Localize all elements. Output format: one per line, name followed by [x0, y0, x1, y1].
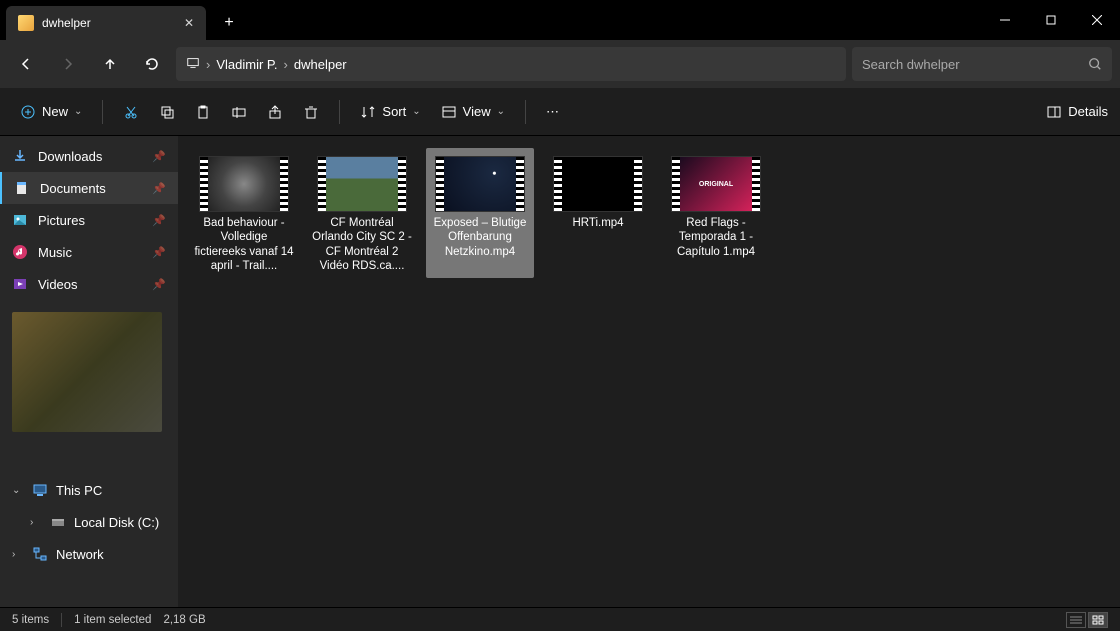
search-icon	[1088, 57, 1102, 71]
sidebar-item-label: Downloads	[38, 149, 102, 164]
tree-item-network[interactable]: › Network	[0, 538, 178, 570]
view-thumbnails-icon[interactable]	[1088, 612, 1108, 628]
close-tab-icon[interactable]: ✕	[184, 16, 194, 30]
toolbar: New⌄ Sort⌄ View⌄ ⋯ Details	[0, 88, 1120, 136]
video-thumbnail	[317, 156, 407, 212]
pin-icon: 📌	[152, 150, 166, 163]
share-button[interactable]	[259, 96, 291, 128]
music-icon	[12, 244, 28, 260]
pictures-icon	[12, 212, 28, 228]
tree-item-label: Local Disk (C:)	[74, 515, 159, 530]
chevron-down-icon: ⌄	[497, 106, 505, 117]
titlebar: dwhelper ✕ +	[0, 0, 1120, 40]
copy-button[interactable]	[151, 96, 183, 128]
file-item[interactable]: HRTi.mp4	[544, 148, 652, 278]
video-thumbnail	[553, 156, 643, 212]
close-button[interactable]	[1074, 0, 1120, 40]
paste-button[interactable]	[187, 96, 219, 128]
maximize-button[interactable]	[1028, 0, 1074, 40]
sidebar-item-label: Pictures	[38, 213, 85, 228]
file-item[interactable]: CF Montréal Orlando City SC 2 - CF Montr…	[308, 148, 416, 278]
item-count: 5 items	[12, 614, 49, 626]
tab-title: dwhelper	[42, 16, 91, 30]
breadcrumb-item[interactable]: dwhelper	[294, 57, 347, 72]
disk-icon	[50, 514, 66, 530]
chevron-right-icon: ›	[284, 57, 288, 72]
sidebar-item-label: Documents	[40, 181, 106, 196]
chevron-icon[interactable]: ›	[30, 517, 42, 528]
sidebar-item-label: Videos	[38, 277, 78, 292]
file-name: Exposed – Blutige Offenbarung Netzkino.m…	[430, 216, 530, 259]
tree-item-local-disk-c-[interactable]: › Local Disk (C:)	[0, 506, 178, 538]
sidebar-item-downloads[interactable]: Downloads 📌	[0, 140, 178, 172]
new-button[interactable]: New⌄	[12, 96, 90, 128]
folder-icon	[18, 15, 34, 31]
video-thumbnail: ORIGINAL	[671, 156, 761, 212]
refresh-button[interactable]	[134, 46, 170, 82]
pin-icon: 📌	[152, 182, 166, 195]
pin-icon: 📌	[152, 214, 166, 227]
pc-icon	[32, 482, 48, 498]
breadcrumb[interactable]: › Vladimir P. › dwhelper	[176, 47, 846, 81]
back-button[interactable]	[8, 46, 44, 82]
new-tab-button[interactable]: +	[212, 6, 246, 40]
breadcrumb-item[interactable]: Vladimir P.	[216, 57, 277, 72]
file-name: CF Montréal Orlando City SC 2 - CF Montr…	[312, 216, 412, 274]
sidebar-item-label: Music	[38, 245, 72, 260]
view-button[interactable]: View⌄	[433, 96, 513, 128]
file-name: Red Flags - Temporada 1 - Capítulo 1.mp4	[666, 216, 766, 259]
status-bar: 5 items 1 item selected 2,18 GB	[0, 607, 1120, 631]
chevron-down-icon: ⌄	[74, 106, 82, 117]
forward-button[interactable]	[50, 46, 86, 82]
delete-button[interactable]	[295, 96, 327, 128]
monitor-icon	[186, 56, 200, 73]
file-item[interactable]: ORIGINALRed Flags - Temporada 1 - Capítu…	[662, 148, 770, 278]
sidebar-item-videos[interactable]: Videos 📌	[0, 268, 178, 300]
videos-icon	[12, 276, 28, 292]
download-icon	[12, 148, 28, 164]
sidebar-item-music[interactable]: Music 📌	[0, 236, 178, 268]
sidebar: Downloads📌Documents📌Pictures📌Music📌Video…	[0, 136, 178, 607]
tab[interactable]: dwhelper ✕	[6, 6, 206, 40]
main: Downloads📌Documents📌Pictures📌Music📌Video…	[0, 136, 1120, 607]
chevron-icon[interactable]: ⌄	[12, 485, 24, 496]
video-thumbnail	[435, 156, 525, 212]
tree-item-label: This PC	[56, 483, 102, 498]
pin-icon: 📌	[152, 278, 166, 291]
search-placeholder: Search dwhelper	[862, 57, 1088, 72]
navbar: › Vladimir P. › dwhelper Search dwhelper	[0, 40, 1120, 88]
rename-button[interactable]	[223, 96, 255, 128]
pin-icon: 📌	[152, 246, 166, 259]
document-icon	[14, 180, 30, 196]
tree-item-label: Network	[56, 547, 104, 562]
more-button[interactable]: ⋯	[538, 96, 567, 128]
preview-thumbnail	[12, 312, 162, 432]
details-button[interactable]: Details	[1046, 104, 1108, 120]
sort-button[interactable]: Sort⌄	[352, 96, 428, 128]
file-name: Bad behaviour - Volledige fictiereeks va…	[194, 216, 294, 274]
sidebar-item-documents[interactable]: Documents 📌	[0, 172, 178, 204]
video-thumbnail	[199, 156, 289, 212]
file-item[interactable]: Exposed – Blutige Offenbarung Netzkino.m…	[426, 148, 534, 278]
search-input[interactable]: Search dwhelper	[852, 47, 1112, 81]
cut-button[interactable]	[115, 96, 147, 128]
chevron-icon[interactable]: ›	[12, 549, 24, 560]
view-details-icon[interactable]	[1066, 612, 1086, 628]
selection-size: 2,18 GB	[163, 614, 205, 626]
sidebar-item-pictures[interactable]: Pictures 📌	[0, 204, 178, 236]
up-button[interactable]	[92, 46, 128, 82]
file-grid[interactable]: Bad behaviour - Volledige fictiereeks va…	[178, 136, 1120, 607]
minimize-button[interactable]	[982, 0, 1028, 40]
selection-count: 1 item selected	[74, 614, 151, 626]
file-name: HRTi.mp4	[572, 216, 623, 230]
chevron-down-icon: ⌄	[412, 106, 420, 117]
network-icon	[32, 546, 48, 562]
window-controls	[982, 0, 1120, 40]
chevron-right-icon: ›	[206, 57, 210, 72]
tree-item-this-pc[interactable]: ⌄ This PC	[0, 474, 178, 506]
file-item[interactable]: Bad behaviour - Volledige fictiereeks va…	[190, 148, 298, 278]
